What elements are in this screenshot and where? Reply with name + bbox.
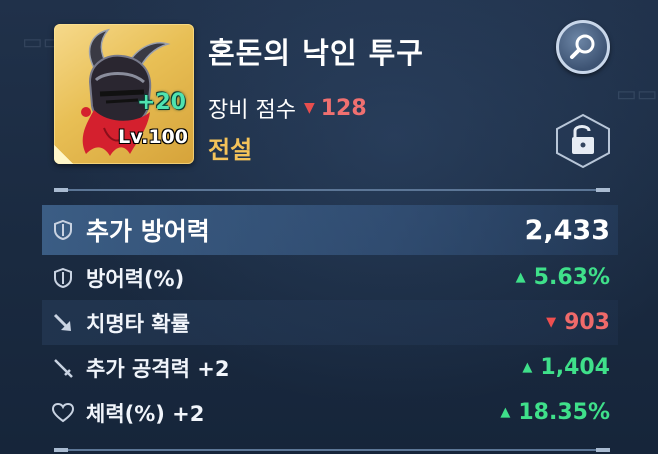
- sword-icon: [52, 357, 74, 379]
- unlock-icon: [556, 113, 610, 169]
- shield-icon: [52, 267, 74, 289]
- stat-value-wrap: 2,433: [525, 215, 610, 246]
- shield-icon: [52, 219, 74, 241]
- stat-row-hp-percent: 체력(%) +2 ▲ 18.35%: [42, 390, 618, 435]
- item-name: 혼돈의 낙인 투구: [208, 36, 424, 70]
- magnifier-icon: [570, 34, 595, 59]
- stat-value-wrap: ▲ 18.35%: [500, 400, 610, 425]
- stat-label: 추가 방어력: [86, 217, 210, 246]
- stat-label: 치명타 확률: [86, 311, 190, 336]
- item-tooltip-card: +20 Lv.100 혼돈의 낙인 투구 장비 점수 ▼ 128 전설 추가 방…: [42, 0, 618, 454]
- lock-button[interactable]: [552, 112, 614, 170]
- stat-label: 체력(%) +2: [86, 401, 205, 426]
- up-arrow-icon: ▲: [515, 270, 526, 285]
- down-arrow-icon: ▼: [546, 315, 557, 330]
- item-grade: 전설: [208, 136, 253, 164]
- heart-icon: [52, 402, 74, 424]
- item-icon-frame[interactable]: +20 Lv.100: [54, 24, 194, 164]
- magnify-button[interactable]: [556, 20, 610, 74]
- up-arrow-icon: ▲: [522, 360, 533, 375]
- section-divider: [54, 188, 610, 192]
- enhance-level: +20: [136, 90, 186, 115]
- stats-list: 추가 방어력 2,433 방어력(%) ▲ 5.63% 치명타 확률 ▼ 903: [42, 205, 618, 435]
- score-value: 128: [320, 95, 367, 121]
- stat-value: 2,433: [524, 214, 610, 246]
- stat-value: 18.35%: [518, 400, 610, 425]
- crit-arrow-icon: [52, 312, 74, 334]
- item-level: Lv.100: [118, 126, 188, 148]
- stat-row-defense-percent: 방어력(%) ▲ 5.63%: [42, 255, 618, 300]
- stat-value: 1,404: [540, 355, 610, 380]
- stat-value-wrap: ▼ 903: [546, 310, 610, 335]
- stat-label: 추가 공격력 +2: [86, 356, 230, 381]
- stat-row-extra-attack: 추가 공격력 +2 ▲ 1,404: [42, 345, 618, 390]
- equipment-score: 장비 점수 ▼ 128: [208, 92, 367, 124]
- stat-row-crit-rate: 치명타 확률 ▼ 903: [42, 300, 618, 345]
- stat-value: 903: [564, 310, 610, 335]
- stat-label: 방어력(%): [86, 266, 185, 291]
- score-label: 장비 점수: [208, 98, 296, 123]
- stat-value: 5.63%: [533, 265, 610, 290]
- stat-row-extra-defense: 추가 방어력 2,433: [42, 205, 618, 255]
- section-divider: [54, 448, 610, 452]
- stat-value-wrap: ▲ 5.63%: [516, 265, 610, 290]
- up-arrow-icon: ▲: [500, 405, 511, 420]
- stat-value-wrap: ▲ 1,404: [522, 355, 610, 380]
- ghost-decoration: ▭▭: [616, 82, 658, 107]
- down-arrow-icon: ▼: [303, 100, 315, 116]
- frame-corner-decoration: [54, 140, 78, 164]
